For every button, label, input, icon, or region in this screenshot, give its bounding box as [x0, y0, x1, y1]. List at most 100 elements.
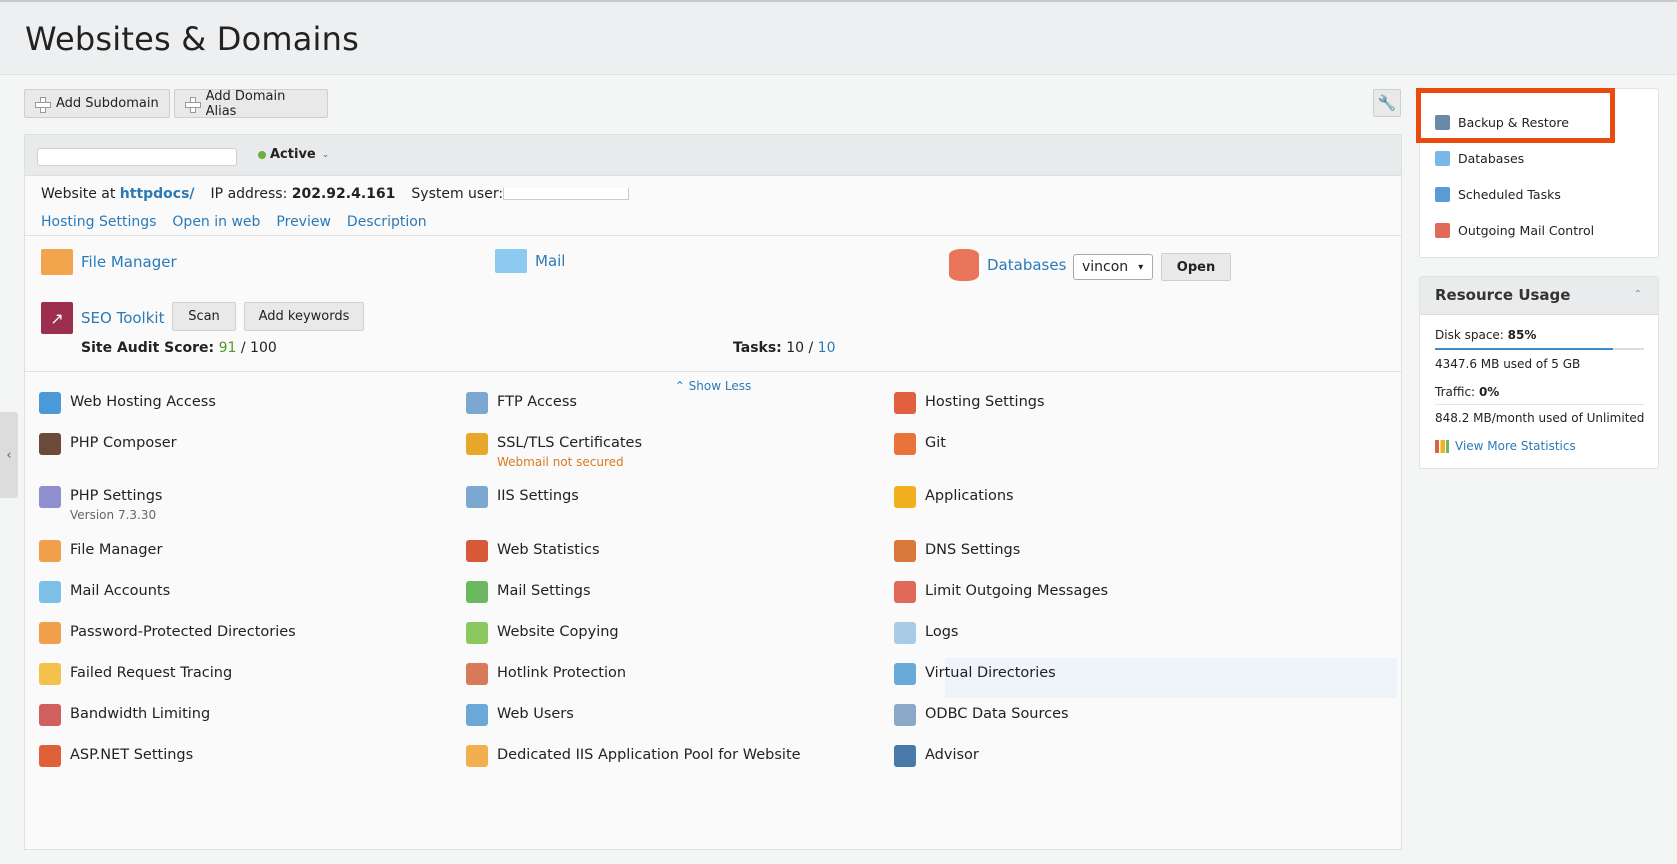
tool-label: Applications [925, 488, 1014, 504]
show-less-toggle[interactable]: ⌃ Show Less [25, 379, 1401, 393]
mail-icon [495, 249, 527, 273]
sidebar-item-outgoing-mail-control[interactable]: Outgoing Mail Control [1435, 223, 1594, 238]
chevron-left-icon: ‹ [6, 447, 12, 463]
tool-virtual-directories[interactable]: Virtual Directories [894, 663, 1056, 685]
tool-web-users[interactable]: Web Users [466, 704, 574, 726]
wrench-icon[interactable]: 🔧 [1373, 89, 1401, 117]
tool-limit-outgoing-messages[interactable]: Limit Outgoing Messages [894, 581, 1108, 603]
tool-label: PHP Composer [70, 435, 177, 451]
tool-mail-accounts[interactable]: Mail Accounts [39, 581, 170, 603]
tool-mail-settings[interactable]: Mail Settings [466, 581, 591, 603]
tool-label: Dedicated IIS Application Pool for Websi… [497, 747, 801, 763]
tool-label: Password-Protected Directories [70, 624, 296, 640]
domain-links: Hosting Settings Open in web Preview Des… [41, 214, 427, 230]
tool-dedicated-iis-application-pool-for-website[interactable]: Dedicated IIS Application Pool for Websi… [466, 745, 801, 767]
add-subdomain-button[interactable]: Add Subdomain [24, 89, 170, 118]
tool-php-settings[interactable]: PHP Settings Version 7.3.30 [39, 486, 162, 522]
tool-hotlink-protection[interactable]: Hotlink Protection [466, 663, 626, 685]
mail-control-icon [1435, 223, 1450, 238]
chevron-up-icon: ⌃ [1633, 289, 1642, 300]
folder-icon [39, 540, 61, 562]
tool-label: Limit Outgoing Messages [925, 583, 1109, 599]
tool-label: ODBC Data Sources [925, 706, 1069, 722]
quick-mail[interactable]: Mail [495, 249, 565, 273]
tool-label: PHP Settings [70, 488, 163, 504]
folder-icon [41, 249, 73, 275]
tool-iis-settings[interactable]: IIS Settings [466, 486, 579, 508]
copy-icon [466, 622, 488, 644]
tracing-icon [39, 663, 61, 685]
tool-asp-net-settings[interactable]: ASP.NET Settings [39, 745, 193, 767]
hotlink-icon [466, 663, 488, 685]
domain-card: Active ⌄ Website at httpdocs/ IP address… [24, 134, 1402, 850]
view-more-statistics-link[interactable]: View More Statistics [1435, 439, 1576, 453]
add-domain-alias-button[interactable]: Add Domain Alias [174, 89, 328, 119]
tool-php-composer[interactable]: PHP Composer [39, 433, 177, 455]
tool-bandwidth-limiting[interactable]: Bandwidth Limiting [39, 704, 210, 726]
tool-label: Virtual Directories [925, 665, 1056, 681]
quick-file-manager[interactable]: File Manager [41, 249, 177, 275]
chevron-down-icon: ▾ [1138, 261, 1144, 273]
sidebar-item-label: Scheduled Tasks [1458, 187, 1561, 202]
tool-ssl-tls-certificates[interactable]: SSL/TLS Certificates Webmail not secured [466, 433, 642, 469]
tool-git[interactable]: Git [894, 433, 946, 455]
tool-applications[interactable]: Applications [894, 486, 1014, 508]
seo-add-keywords-button[interactable]: Add keywords [244, 302, 364, 331]
tool-web-hosting-access[interactable]: Web Hosting Access [39, 392, 216, 414]
disk-used: 4347.6 MB used of 5 GB [1435, 357, 1581, 371]
tool-label: File Manager [70, 542, 163, 558]
tool-label: Hosting Settings [925, 394, 1045, 410]
gear-icon [894, 486, 916, 508]
lock-icon [466, 433, 488, 455]
domain-name-masked [37, 148, 237, 166]
open-in-web-link[interactable]: Open in web [172, 214, 260, 230]
tool-password-protected-directories[interactable]: Password-Protected Directories [39, 622, 296, 644]
tool-hosting-settings[interactable]: Hosting Settings [894, 392, 1045, 414]
quick-databases[interactable]: Databases [949, 249, 1066, 281]
tool-web-statistics[interactable]: Web Statistics [466, 540, 600, 562]
tool-label: DNS Settings [925, 542, 1021, 558]
tool-advisor[interactable]: Advisor [894, 745, 979, 767]
database-icon [949, 249, 979, 281]
status-dropdown[interactable]: Active ⌄ [258, 147, 329, 162]
sidebar-item-scheduled-tasks[interactable]: Scheduled Tasks [1435, 187, 1561, 202]
odbc-icon [894, 704, 916, 726]
seo-tasks-link[interactable]: 10 [818, 340, 836, 356]
bandwidth-icon [39, 704, 61, 726]
sidebar-item-label: Databases [1458, 151, 1525, 166]
tool-label: Mail Settings [497, 583, 591, 599]
tool-file-manager[interactable]: File Manager [39, 540, 162, 562]
page-title: Websites & Domains [25, 20, 359, 58]
preview-link[interactable]: Preview [276, 214, 331, 230]
open-database-button[interactable]: Open [1161, 253, 1231, 281]
hosting-settings-link[interactable]: Hosting Settings [41, 214, 156, 230]
tool-logs[interactable]: Logs [894, 622, 958, 644]
system-user-label: System user: [411, 186, 504, 202]
tool-label: FTP Access [497, 394, 577, 410]
advisor-icon [894, 745, 916, 767]
tool-label: Mail Accounts [70, 583, 171, 599]
seo-scan-button[interactable]: Scan [172, 302, 236, 331]
hosting-settings-icon [894, 392, 916, 414]
tool-warning[interactable]: Webmail not secured [497, 455, 642, 469]
tool-label: Advisor [925, 747, 979, 763]
tool-label: Hotlink Protection [497, 665, 627, 681]
tool-website-copying[interactable]: Website Copying [466, 622, 619, 644]
tool-ftp-access[interactable]: FTP Access [466, 392, 577, 414]
chevron-up-icon: ⌃ [674, 379, 685, 393]
seo-toolkit-link[interactable]: SEO Toolkit [81, 309, 164, 327]
resource-usage-header[interactable]: Resource Usage ⌃ [1420, 277, 1658, 315]
tool-label: Git [925, 435, 946, 451]
tool-dns-settings[interactable]: DNS Settings [894, 540, 1020, 562]
site-audit-score: Site Audit Score: 91 / 100 [81, 340, 277, 356]
iis-icon [466, 486, 488, 508]
tool-failed-request-tracing[interactable]: Failed Request Tracing [39, 663, 232, 685]
collapse-panel-handle[interactable]: ‹ [0, 412, 18, 498]
description-link[interactable]: Description [347, 214, 427, 230]
tool-odbc-data-sources[interactable]: ODBC Data Sources [894, 704, 1069, 726]
tool-label: Failed Request Tracing [70, 665, 233, 681]
website-docroot-link[interactable]: httpdocs/ [120, 186, 195, 202]
database-select[interactable]: vincon ▾ [1073, 254, 1153, 280]
logs-icon [894, 622, 916, 644]
sidebar-item-databases[interactable]: Databases [1435, 151, 1524, 166]
